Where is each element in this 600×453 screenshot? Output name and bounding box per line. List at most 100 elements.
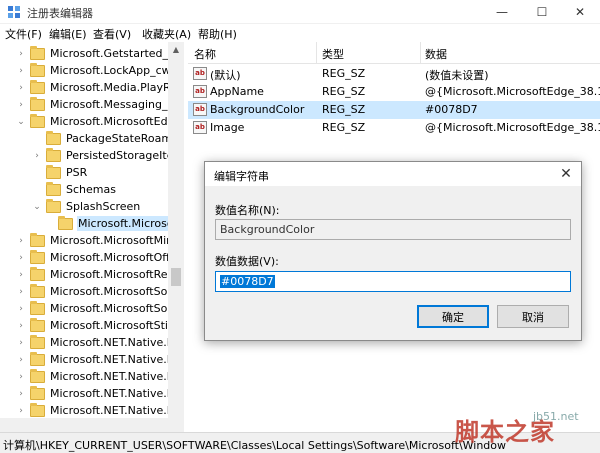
minimize-button[interactable]: — [482, 0, 522, 24]
tree-item[interactable]: Microsoft.Microso [44, 215, 175, 232]
menu-favorites[interactable]: 收藏夹(A) [142, 26, 191, 42]
tree-item-label: Schemas [66, 183, 116, 196]
menu-file[interactable]: 文件(F) [5, 26, 42, 42]
tree-item[interactable]: › Microsoft.NET.Native.Fra [16, 351, 183, 368]
expand-chevron-icon[interactable]: › [16, 96, 26, 113]
folder-icon [30, 113, 45, 128]
expand-chevron-icon[interactable]: › [16, 385, 26, 402]
tree-item[interactable]: › Microsoft.NET.Native.Ru [16, 402, 182, 419]
value-name: Image [210, 121, 245, 134]
tree-item-label: Microsoft.MicrosoftEdge [50, 115, 182, 128]
tree-item[interactable]: › Microsoft.Messaging_8w [16, 96, 183, 113]
tree-item[interactable]: ⌄ SplashScreen [32, 198, 141, 215]
tree-item[interactable]: Schemas [32, 181, 117, 198]
menu-help[interactable]: 帮助(H) [198, 26, 237, 42]
scroll-up-icon[interactable]: ▲ [168, 42, 184, 56]
column-type-header[interactable]: 类型 [322, 46, 344, 62]
close-button[interactable]: ✕ [560, 0, 600, 24]
tree-vertical-scrollbar[interactable]: ▲ ▼ [168, 42, 184, 432]
tree-item-label: SplashScreen [66, 200, 141, 213]
menu-view[interactable]: 查看(V) [93, 26, 131, 42]
tree-item-label: Microsoft.MicrosoftOffic [50, 251, 179, 264]
maximize-icon: ☐ [536, 5, 548, 19]
close-icon: ✕ [560, 166, 572, 182]
edit-string-dialog: 编辑字符串 ✕ 数值名称(N): BackgroundColor 数值数据(V)… [204, 161, 582, 341]
expand-chevron-icon[interactable]: › [16, 79, 26, 96]
folder-icon [30, 402, 45, 417]
tree-item[interactable]: › Microsoft.MicrosoftStick [16, 317, 181, 334]
expand-chevron-icon[interactable]: › [16, 249, 26, 266]
expand-chevron-icon[interactable]: › [16, 300, 26, 317]
value-name: (默认) [210, 69, 241, 82]
value-name-field: BackgroundColor [215, 219, 571, 240]
tree-item-label: Microsoft.MicrosoftRem [50, 268, 179, 281]
maximize-button[interactable]: ☐ [522, 0, 562, 24]
minimize-icon: — [496, 5, 508, 19]
tree-item[interactable]: › Microsoft.MicrosoftMine [16, 232, 181, 249]
expand-chevron-icon[interactable]: › [32, 147, 42, 164]
folder-icon [30, 283, 45, 298]
value-data-input[interactable]: #0078D7 [215, 271, 571, 292]
window-title: 注册表编辑器 [27, 7, 93, 20]
value-row[interactable]: ab (默认) REG_SZ (数值未设置) [188, 65, 600, 83]
tree-item[interactable]: › PersistedStorageItem [32, 147, 184, 164]
folder-icon [30, 368, 45, 383]
tree-item-label: PackageStateRoamin [66, 132, 183, 145]
tree-item[interactable]: ⌄ Microsoft.MicrosoftEdge [16, 113, 182, 130]
expand-chevron-icon[interactable]: ⌄ [16, 113, 26, 130]
column-data-header[interactable]: 数据 [425, 46, 447, 62]
tree-item[interactable]: › Microsoft.LockApp_cw5r [16, 62, 183, 79]
expand-chevron-icon[interactable]: › [16, 62, 26, 79]
tree-item[interactable]: PSR [32, 164, 88, 181]
expand-chevron-icon[interactable]: › [16, 266, 26, 283]
expand-chevron-icon[interactable]: › [16, 283, 26, 300]
ok-button[interactable]: 确定 [417, 305, 489, 328]
expand-chevron-icon[interactable]: › [16, 317, 26, 334]
registry-tree[interactable]: › Microsoft.Getstarted_8w › Microsoft.LockA… [0, 42, 184, 432]
value-data: #0078D7 [425, 103, 478, 116]
tree-item[interactable]: › Microsoft.Media.PlayRea [16, 79, 183, 96]
tree-item-label: PersistedStorageItem [66, 149, 184, 162]
value-row[interactable]: ab AppName REG_SZ @{Microsoft.MicrosoftEdge… [188, 83, 600, 101]
dialog-close-button[interactable]: ✕ [555, 164, 577, 184]
tree-item[interactable]: › Microsoft.MicrosoftSoliti [16, 300, 182, 317]
folder-icon [46, 198, 61, 213]
tree-item[interactable]: › Microsoft.NET.Native.Fra [16, 334, 183, 351]
expand-chevron-icon[interactable]: › [16, 402, 26, 419]
value-type: REG_SZ [322, 85, 366, 98]
folder-icon [30, 385, 45, 400]
folder-icon [46, 130, 61, 145]
dialog-title-bar: 编辑字符串 ✕ [205, 162, 581, 186]
folder-icon [46, 181, 61, 196]
tree-item[interactable]: PackageStateRoamin [32, 130, 183, 147]
value-data-text: #0078D7 [220, 275, 275, 288]
value-row[interactable]: ab Image REG_SZ @{Microsoft.MicrosoftEdge_3… [188, 119, 600, 137]
expand-chevron-icon[interactable]: › [16, 351, 26, 368]
value-data: @{Microsoft.MicrosoftEdge_38.143 [425, 85, 600, 98]
expand-chevron-icon[interactable]: ⌄ [32, 198, 42, 215]
scroll-thumb[interactable] [171, 268, 181, 286]
folder-icon [30, 249, 45, 264]
tree-item[interactable]: › Microsoft.MicrosoftOffic [16, 249, 180, 266]
value-name: AppName [210, 85, 264, 98]
tree-item[interactable]: › Microsoft.MicrosoftSoliti [16, 283, 182, 300]
value-data-label: 数值数据(V): [215, 255, 279, 268]
expand-chevron-icon[interactable]: › [16, 334, 26, 351]
tree-item[interactable]: › Microsoft.MicrosoftRem [16, 266, 179, 283]
menu-edit[interactable]: 编辑(E) [49, 26, 87, 42]
column-name-header[interactable]: 名称 [194, 46, 216, 62]
cancel-button[interactable]: 取消 [497, 305, 569, 328]
tree-horizontal-scrollbar[interactable] [0, 418, 184, 432]
tree-item[interactable]: › Microsoft.Getstarted_8w [16, 45, 183, 62]
value-row[interactable]: ab BackgroundColor REG_SZ #0078D7 [188, 101, 600, 119]
expand-chevron-icon[interactable]: › [16, 45, 26, 62]
tree-item[interactable]: › Microsoft.NET.Native.Ru [16, 385, 182, 402]
folder-icon [30, 266, 45, 281]
expand-chevron-icon[interactable]: › [16, 232, 26, 249]
tree-item[interactable]: › Microsoft.NET.Native.Fra [16, 368, 183, 385]
expand-chevron-icon[interactable]: › [16, 368, 26, 385]
tree-item-label: Microsoft.LockApp_cw5r [50, 64, 183, 77]
